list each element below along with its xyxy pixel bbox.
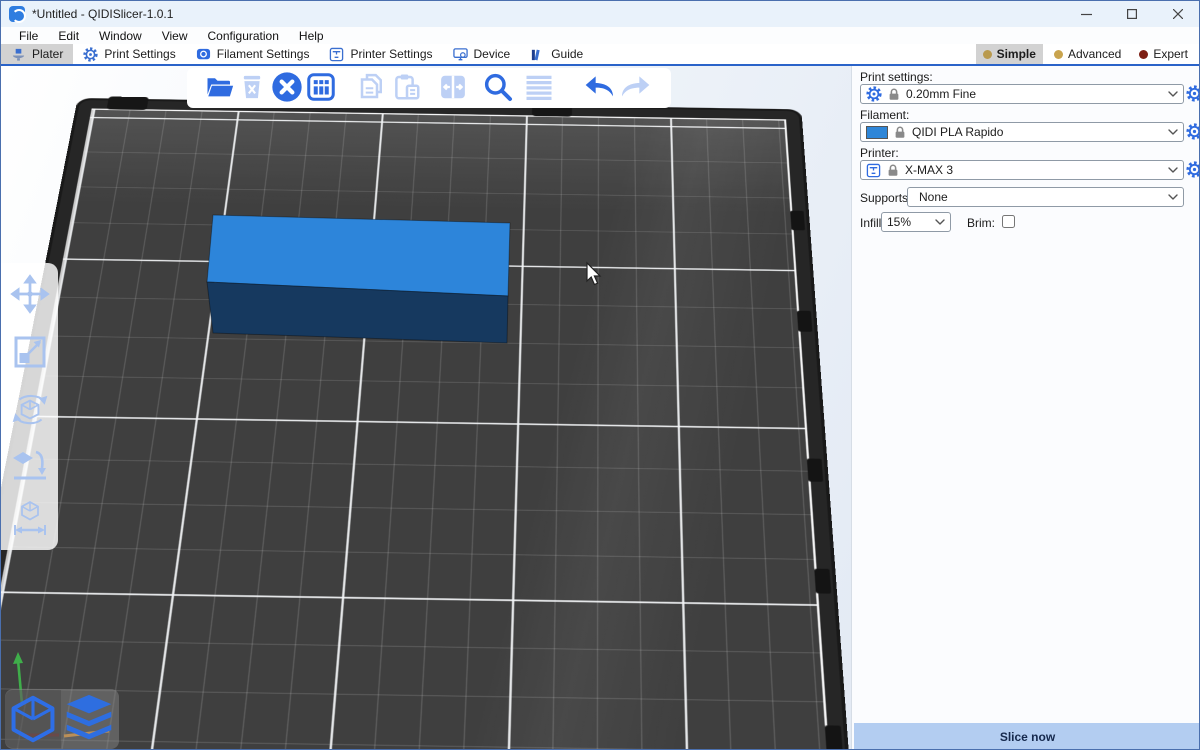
app-logo-icon <box>9 6 25 22</box>
plater-icon <box>11 47 26 62</box>
menu-view[interactable]: View <box>152 27 198 44</box>
print-bed-scene <box>1 66 851 750</box>
rotate-icon[interactable] <box>8 387 52 431</box>
copy-icon[interactable] <box>355 70 389 104</box>
move-icon[interactable] <box>8 272 52 316</box>
tab-device[interactable]: Device <box>443 44 521 64</box>
print-bed <box>1 98 851 750</box>
tab-printer-settings[interactable]: Printer Settings <box>319 44 442 64</box>
guide-books-icon <box>530 47 545 62</box>
paste-icon[interactable] <box>390 70 424 104</box>
bed-clip <box>107 97 149 110</box>
filament-gear-button[interactable] <box>1186 123 1200 140</box>
print-bed-surface <box>1 108 851 750</box>
printer-label: Printer: <box>860 146 899 160</box>
menu-bar: File Edit Window View Configuration Help <box>1 27 1200 44</box>
preview-layers-view-icon[interactable] <box>61 690 117 748</box>
tab-print-settings[interactable]: Print Settings <box>73 44 185 64</box>
device-monitor-icon <box>453 47 468 62</box>
tab-guide[interactable]: Guide <box>520 44 593 64</box>
redo-icon[interactable] <box>617 70 651 104</box>
split-view-icon[interactable] <box>436 70 470 104</box>
brim-checkbox[interactable] <box>1002 215 1015 228</box>
filament-select[interactable]: QIDI PLA Rapido <box>860 122 1184 142</box>
qidislicer-window: *Untitled - QIDISlicer-1.0.1 File Edit W… <box>0 0 1200 750</box>
gear-icon <box>866 86 882 102</box>
menu-window[interactable]: Window <box>89 27 152 44</box>
mode-switcher: Simple Advanced Expert <box>976 44 1195 64</box>
place-on-face-icon[interactable] <box>8 442 52 486</box>
tab-filament-settings[interactable]: Filament Settings <box>186 44 320 64</box>
chevron-down-icon <box>1168 129 1178 135</box>
filament-icon <box>196 47 211 62</box>
measure-icon[interactable] <box>8 496 52 540</box>
lock-icon <box>893 125 907 140</box>
title-bar: *Untitled - QIDISlicer-1.0.1 <box>1 1 1200 27</box>
undo-icon[interactable] <box>584 70 618 104</box>
mode-simple[interactable]: Simple <box>976 44 1043 64</box>
lock-icon <box>887 87 901 102</box>
expert-dot-icon <box>1139 50 1148 59</box>
gear-icon <box>83 47 98 62</box>
open-icon[interactable] <box>203 70 237 104</box>
print-settings-select[interactable]: 0.20mm Fine <box>860 84 1184 104</box>
brim-label: Brim: <box>967 216 995 230</box>
3d-viewport[interactable] <box>1 66 851 750</box>
delete-icon[interactable] <box>235 70 269 104</box>
filament-label: Filament: <box>860 108 909 122</box>
lock-icon <box>886 163 900 178</box>
simple-dot-icon <box>983 50 992 59</box>
print-settings-gear-button[interactable] <box>1186 85 1200 102</box>
menu-configuration[interactable]: Configuration <box>198 27 289 44</box>
arrange-icon[interactable] <box>304 70 338 104</box>
delete-all-icon[interactable] <box>270 70 304 104</box>
filament-color-swatch <box>866 126 888 139</box>
scale-icon[interactable] <box>8 330 52 374</box>
window-title: *Untitled - QIDISlicer-1.0.1 <box>32 7 173 21</box>
bed-notch <box>814 569 831 594</box>
chevron-down-icon <box>935 219 945 225</box>
minimize-button[interactable] <box>1063 1 1109 27</box>
bed-notch <box>797 311 812 332</box>
3d-editor-view-icon[interactable] <box>5 690 61 748</box>
bed-notch <box>825 725 843 750</box>
tab-plater[interactable]: Plater <box>1 44 73 64</box>
bed-notch <box>807 458 823 481</box>
infill-select[interactable]: 15% <box>881 212 951 232</box>
variable-layer-height-icon[interactable] <box>522 70 556 104</box>
chevron-down-icon <box>1168 91 1178 97</box>
view-toggle-panel <box>5 689 119 749</box>
slice-now-button[interactable]: Slice now <box>854 723 1200 750</box>
supports-select[interactable]: None <box>907 187 1184 207</box>
chevron-down-icon <box>1168 167 1178 173</box>
printer-gear-button[interactable] <box>1186 161 1200 178</box>
menu-help[interactable]: Help <box>289 27 334 44</box>
menu-edit[interactable]: Edit <box>48 27 89 44</box>
printer-icon <box>866 163 881 178</box>
mode-advanced[interactable]: Advanced <box>1047 44 1128 64</box>
chevron-down-icon <box>1168 194 1178 200</box>
printer-select[interactable]: X-MAX 3 <box>860 160 1184 180</box>
print-settings-label: Print settings: <box>860 70 933 84</box>
mode-expert[interactable]: Expert <box>1132 44 1195 64</box>
maximize-button[interactable] <box>1109 1 1155 27</box>
settings-sidebar: Print settings: 0.20mm Fine Filament: QI… <box>851 66 1200 750</box>
supports-label: Supports: <box>860 191 911 205</box>
close-button[interactable] <box>1155 1 1200 27</box>
printer-icon <box>329 47 344 62</box>
menu-file[interactable]: File <box>9 27 48 44</box>
advanced-dot-icon <box>1054 50 1063 59</box>
bed-notch <box>790 211 805 231</box>
search-icon[interactable] <box>481 70 515 104</box>
